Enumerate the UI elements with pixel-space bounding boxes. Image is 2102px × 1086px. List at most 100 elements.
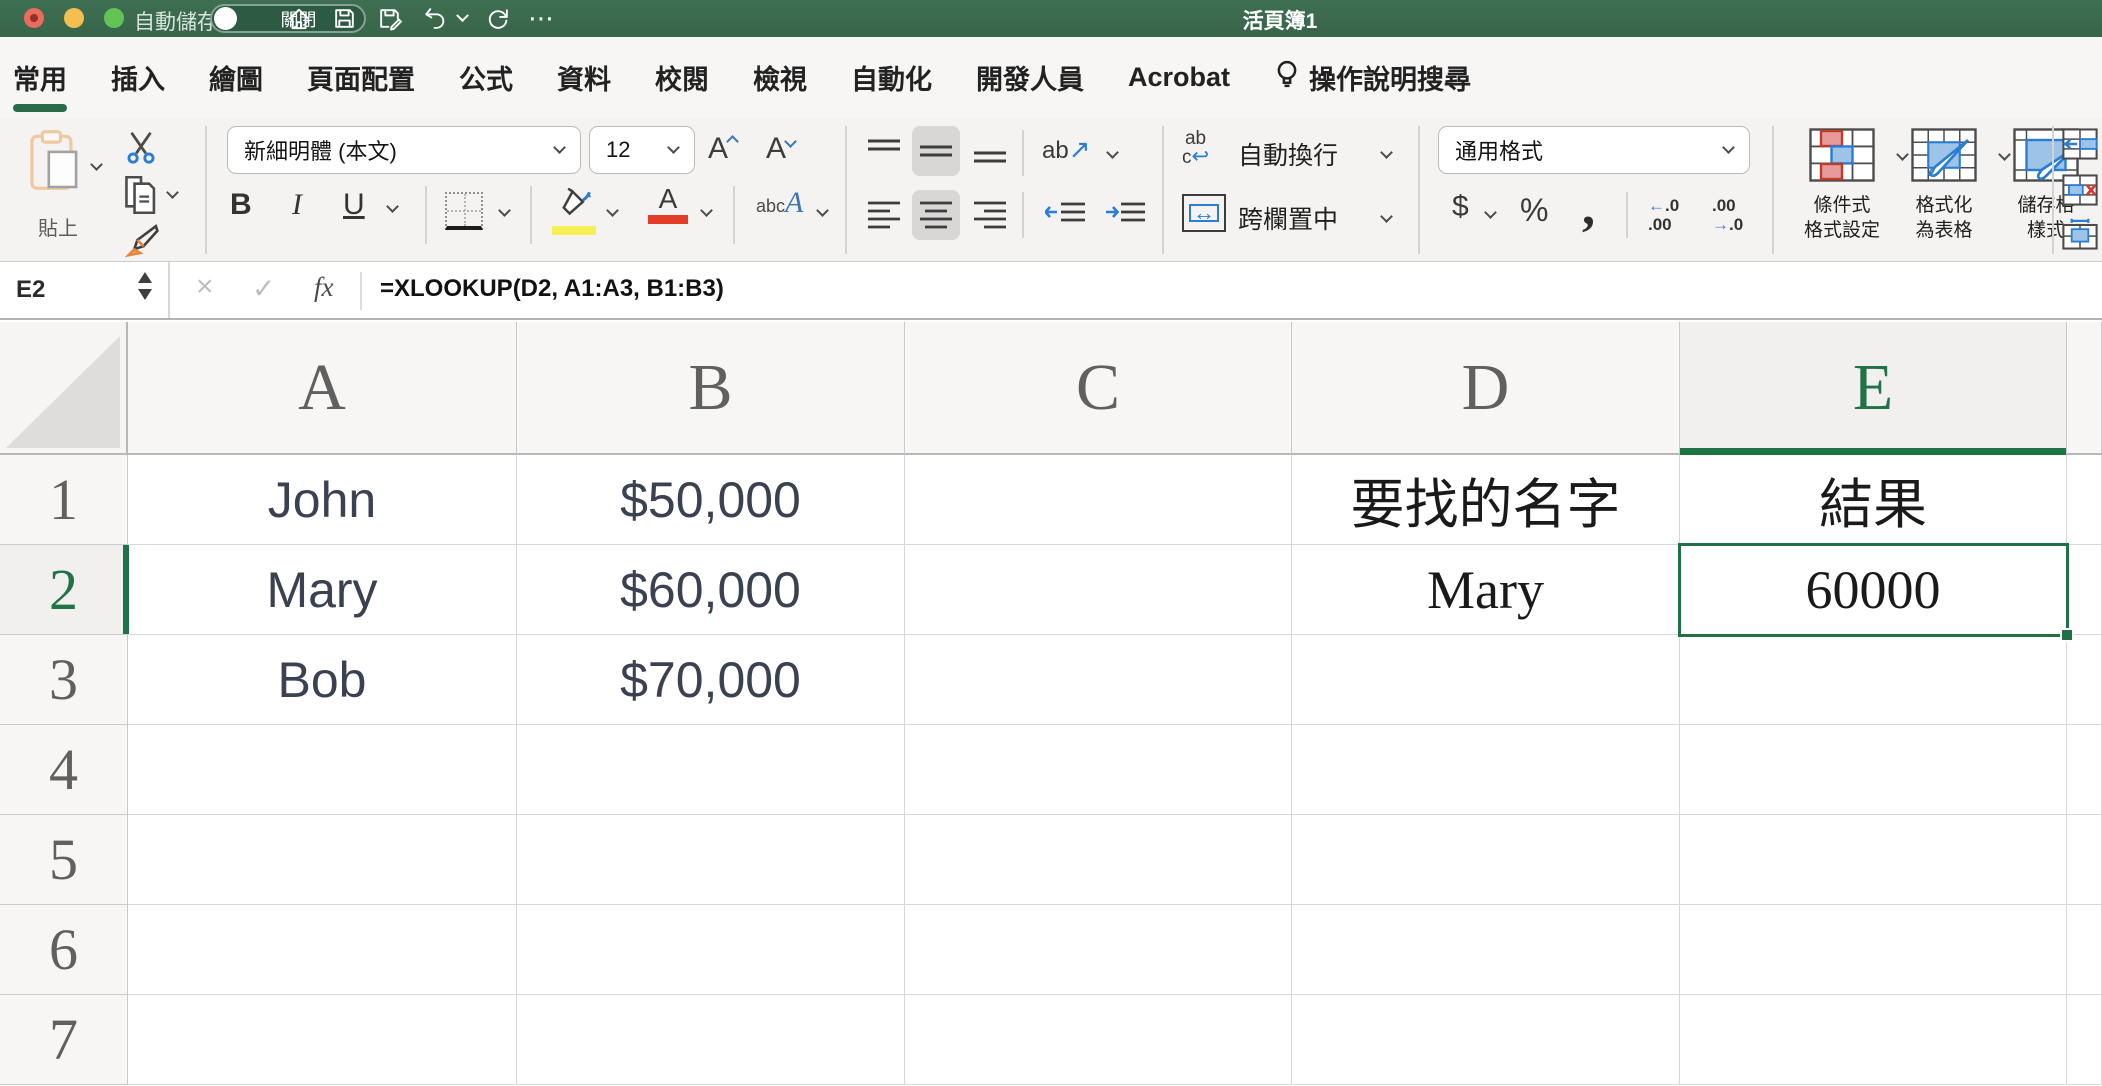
save-button[interactable] (329, 4, 359, 33)
text-effects-dropdown-chevron[interactable] (816, 204, 829, 217)
cell-E6[interactable] (1680, 905, 2067, 995)
align-middle-button[interactable] (912, 126, 960, 176)
cell-C2[interactable] (905, 545, 1292, 635)
font-name-select[interactable]: 新細明體 (本文) (227, 126, 581, 174)
cell-A6[interactable] (128, 905, 517, 995)
row-header-5[interactable]: 5 (0, 815, 128, 905)
decrease-indent-button[interactable] (1045, 198, 1087, 233)
font-color-button[interactable]: A (648, 184, 688, 224)
tab-page-layout[interactable]: 頁面配置 (307, 58, 415, 97)
number-format-select[interactable]: 通用格式 (1438, 126, 1750, 174)
cell-A4[interactable] (128, 725, 517, 815)
tab-automate[interactable]: 自動化 (851, 58, 932, 97)
name-box[interactable]: E2 (0, 262, 170, 318)
wrap-text-button[interactable]: ab c↩ (1182, 130, 1209, 168)
tab-home[interactable]: 常用 (13, 58, 67, 97)
column-header-B[interactable]: B (517, 322, 905, 455)
cell-B2[interactable]: $60,000 (517, 545, 905, 635)
more-commands-button[interactable]: ⋯ (527, 4, 557, 33)
row-header-3[interactable]: 3 (0, 635, 128, 725)
delete-cells-button[interactable] (2062, 174, 2098, 206)
decrease-font-size-button[interactable]: A (766, 132, 795, 166)
cell-F2-partial[interactable] (2067, 545, 2102, 635)
increase-indent-button[interactable] (1105, 198, 1147, 233)
home-button[interactable] (284, 4, 314, 33)
italic-button[interactable]: I (292, 188, 302, 222)
column-header-F-partial[interactable] (2067, 322, 2102, 455)
cell-A1[interactable]: John (128, 455, 517, 545)
cell-F3-partial[interactable] (2067, 635, 2102, 725)
copy-dropdown-chevron[interactable] (166, 186, 179, 199)
cell-A7[interactable] (128, 995, 517, 1085)
paste-button[interactable] (28, 128, 80, 194)
cell-D6[interactable] (1292, 905, 1680, 995)
cell-C3[interactable] (905, 635, 1292, 725)
cell-F1-partial[interactable] (2067, 455, 2102, 545)
cut-button[interactable] (122, 128, 160, 166)
row-header-1[interactable]: 1 (0, 455, 128, 545)
fill-color-dropdown-chevron[interactable] (606, 204, 619, 217)
font-color-dropdown-chevron[interactable] (700, 204, 713, 217)
insert-function-button[interactable]: fx (314, 272, 334, 303)
tab-review[interactable]: 校閱 (655, 58, 709, 97)
align-top-button[interactable] (860, 130, 908, 172)
undo-button[interactable] (419, 4, 449, 33)
cell-B7[interactable] (517, 995, 905, 1085)
cancel-button[interactable]: × (196, 270, 214, 304)
cell-B4[interactable] (517, 725, 905, 815)
cell-E5[interactable] (1680, 815, 2067, 905)
increase-font-size-button[interactable]: A (708, 132, 737, 166)
name-box-steppers[interactable] (138, 272, 152, 300)
cell-A2[interactable]: Mary (128, 545, 517, 635)
currency-dropdown-chevron[interactable] (1484, 206, 1497, 219)
cell-F4-partial[interactable] (2067, 725, 2102, 815)
cell-B3[interactable]: $70,000 (517, 635, 905, 725)
tab-tell-me[interactable]: 操作說明搜尋 (1274, 58, 1471, 97)
cell-B5[interactable] (517, 815, 905, 905)
column-header-E[interactable]: E (1680, 322, 2067, 455)
borders-dropdown-chevron[interactable] (498, 204, 511, 217)
cell-D7[interactable] (1292, 995, 1680, 1085)
select-all-button[interactable] (0, 322, 128, 455)
borders-button[interactable] (445, 192, 483, 230)
decrease-decimal-button[interactable]: .00 →.0 (1712, 196, 1743, 234)
column-header-C[interactable]: C (905, 322, 1292, 455)
cell-F7-partial[interactable] (2067, 995, 2102, 1085)
cell-C6[interactable] (905, 905, 1292, 995)
tab-developer[interactable]: 開發人員 (976, 58, 1084, 97)
save-as-button[interactable] (374, 4, 404, 33)
increase-decimal-button[interactable]: ←←.0.0 .00 (1648, 196, 1679, 234)
cell-A5[interactable] (128, 815, 517, 905)
tab-draw[interactable]: 繪圖 (209, 58, 263, 97)
tab-formulas[interactable]: 公式 (459, 58, 513, 97)
cell-B1[interactable]: $50,000 (517, 455, 905, 545)
bold-button[interactable]: B (230, 188, 252, 222)
close-window-button[interactable] (24, 8, 44, 28)
align-left-button[interactable] (860, 194, 908, 236)
column-header-D[interactable]: D (1292, 322, 1680, 455)
undo-dropdown-chevron[interactable] (456, 9, 469, 22)
cell-E4[interactable] (1680, 725, 2067, 815)
paste-dropdown-chevron[interactable] (90, 158, 103, 171)
merge-center-label[interactable]: 跨欄置中 (1238, 200, 1338, 236)
tab-acrobat[interactable]: Acrobat (1128, 62, 1230, 93)
orientation-button[interactable]: ab↗ (1042, 134, 1091, 165)
tab-view[interactable]: 檢視 (753, 58, 807, 97)
align-center-button[interactable] (912, 190, 960, 240)
format-cells-button[interactable] (2062, 218, 2098, 250)
confirm-button[interactable]: ✓ (252, 272, 275, 305)
row-header-7[interactable]: 7 (0, 995, 128, 1085)
merge-center-button[interactable]: ↔ (1182, 194, 1226, 232)
underline-dropdown-chevron[interactable] (386, 200, 399, 213)
fill-color-button[interactable] (552, 188, 596, 235)
column-header-A[interactable]: A (128, 322, 517, 455)
cell-B6[interactable] (517, 905, 905, 995)
cell-E3[interactable] (1680, 635, 2067, 725)
cell-D3[interactable] (1292, 635, 1680, 725)
cell-C5[interactable] (905, 815, 1292, 905)
format-painter-button[interactable] (122, 220, 162, 260)
font-size-select[interactable]: 12 (589, 126, 695, 174)
conditional-formatting-button[interactable]: 條件式格式設定 (1786, 128, 1898, 243)
cell-E1[interactable]: 結果 (1680, 455, 2067, 545)
copy-button[interactable] (120, 174, 162, 216)
